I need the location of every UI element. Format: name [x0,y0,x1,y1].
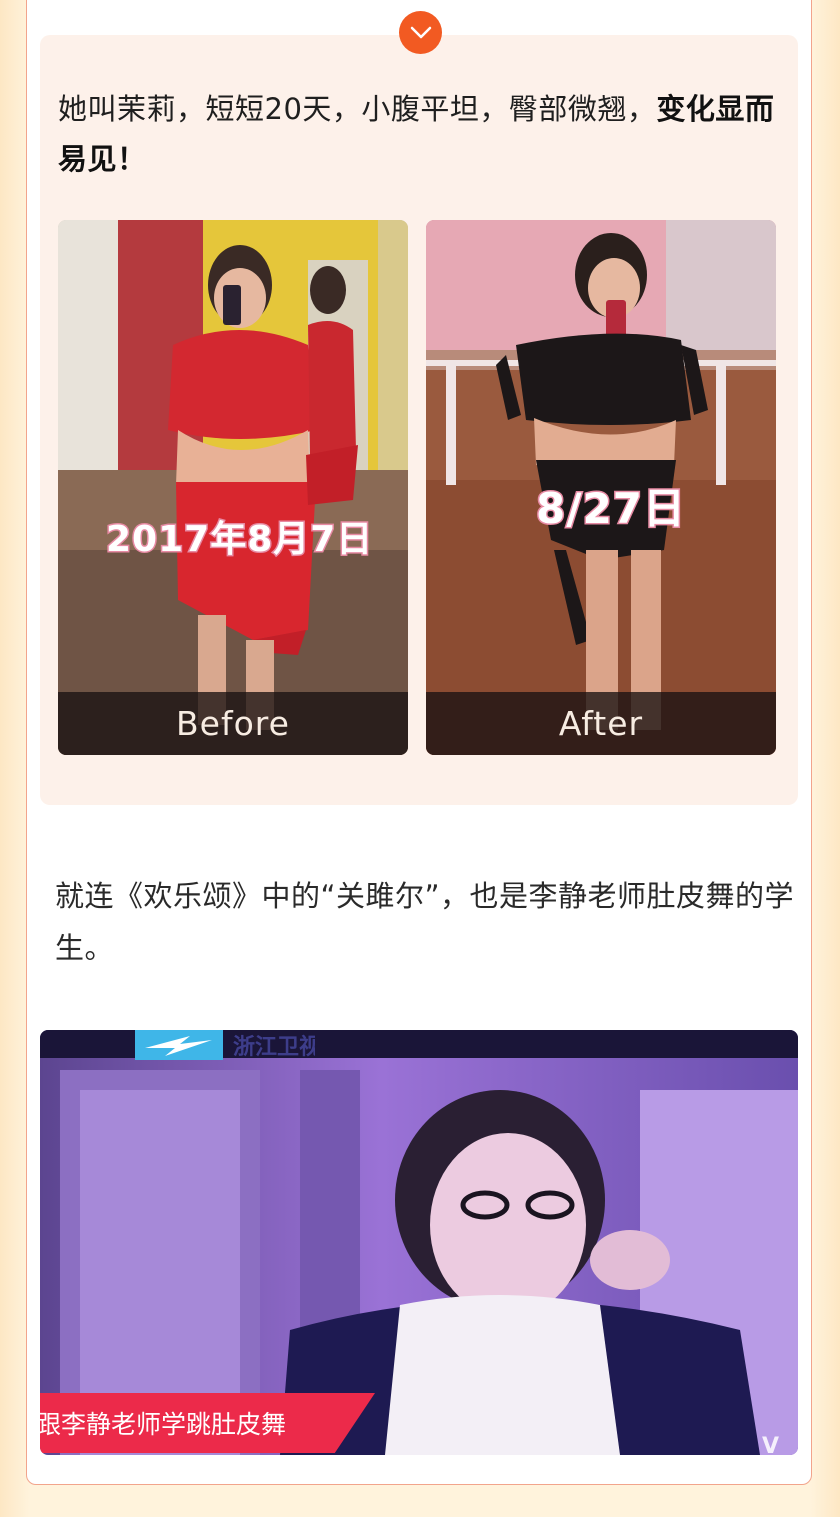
after-photo[interactable]: 8/27日 After [426,220,776,755]
chevron-down-icon[interactable] [399,11,442,54]
after-date-stamp: 8/27日 [534,483,687,535]
tv-screenshot[interactable]: 浙江卫视 跟李静老师学跳肚皮舞 V [40,1030,798,1455]
before-caption: Before [58,692,408,755]
before-photo[interactable]: 2017年8月7日 Before [58,220,408,755]
before-photo-image [58,220,408,755]
before-date-stamp: 2017年8月7日 [104,518,374,562]
channel-label: 浙江卫视 [233,1035,315,1060]
tv-screenshot-image [40,1030,798,1455]
body-paragraph: 就连《欢乐颂》中的“关雎尔”，也是李静老师肚皮舞的学生。 [55,879,795,965]
tv-subtitle-banner: 跟李静老师学跳肚皮舞 [40,1393,375,1453]
tv-subtitle-text: 跟李静老师学跳肚皮舞 [40,1410,287,1439]
after-caption: After [426,692,776,755]
video-corner-logo: V [762,1434,780,1455]
chevron-down-glyph [410,26,431,38]
intro-text: 她叫茉莉，短短20天，小腹平坦，臀部微翘，变化显而易见！ [58,84,788,184]
intro-text-normal: 她叫茉莉，短短20天，小腹平坦，臀部微翘， [58,92,657,126]
